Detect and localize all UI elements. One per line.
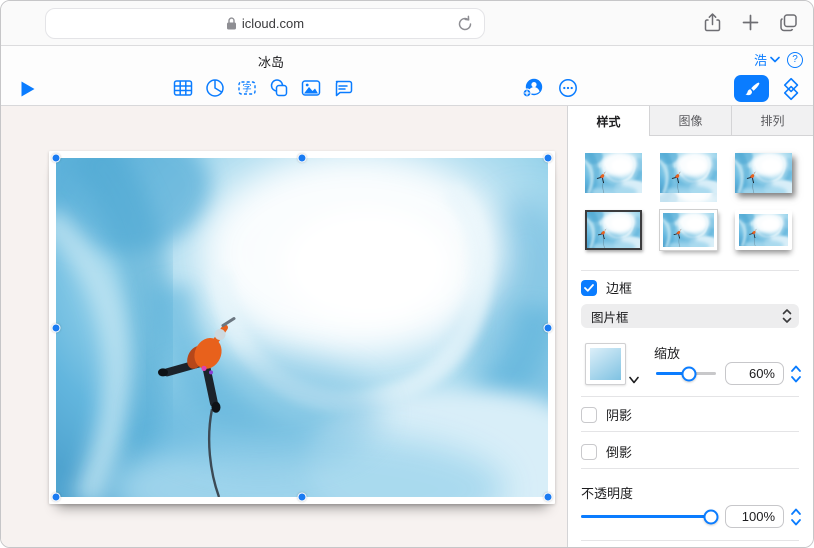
resize-handle-sw[interactable] (52, 493, 61, 502)
resize-handle-se[interactable] (544, 493, 553, 502)
shadow-row: 阴影 (581, 405, 632, 424)
text-box-icon[interactable]: 字 (236, 77, 258, 99)
lock-icon (226, 17, 237, 30)
frame-style-dropdown[interactable]: 图片框 (581, 304, 799, 328)
slide-canvas[interactable] (1, 106, 567, 547)
add-collaborator-icon[interactable] (522, 77, 544, 99)
style-thumb-dark-frame[interactable] (585, 210, 642, 250)
resize-handle-w[interactable] (52, 323, 61, 332)
new-tab-button[interactable] (740, 12, 761, 33)
frame-style-value: 图片框 (581, 307, 777, 326)
style-thumb-white-frame[interactable] (660, 210, 717, 250)
tab-style[interactable]: 样式 (568, 106, 650, 136)
scale-stepper[interactable] (790, 363, 802, 385)
format-paintbrush-button[interactable] (734, 75, 769, 102)
opacity-slider[interactable] (581, 515, 715, 518)
account-name: 浩 (754, 50, 767, 69)
ice-climber-photo (56, 158, 548, 497)
account-menu[interactable]: 浩 ? (754, 50, 803, 69)
format-inspector: 样式 图像 排列 (567, 106, 813, 547)
chart-icon[interactable] (204, 77, 226, 99)
help-button[interactable]: ? (787, 52, 803, 68)
scale-slider-knob[interactable] (682, 366, 697, 381)
check-icon (584, 284, 594, 292)
divider (581, 270, 799, 271)
share-button[interactable] (702, 12, 723, 33)
resize-handle-e[interactable] (544, 323, 553, 332)
table-icon[interactable] (172, 77, 194, 99)
scale-value-field[interactable]: 60% (725, 362, 784, 385)
insert-toolbar: 字 (172, 77, 354, 99)
divider (581, 540, 799, 541)
frame-swatch[interactable] (585, 343, 626, 385)
media-icon[interactable] (300, 77, 322, 99)
opacity-slider-knob[interactable] (703, 509, 718, 524)
style-thumb-shadow[interactable] (735, 153, 792, 193)
tabs-overview-button[interactable] (778, 12, 799, 33)
resize-handle-s[interactable] (298, 493, 307, 502)
tab-arrange[interactable]: 排列 (732, 106, 813, 136)
shapes-icon[interactable] (268, 77, 290, 99)
border-checkbox[interactable] (581, 280, 597, 296)
style-thumb-plain[interactable] (585, 153, 642, 193)
updown-chevrons-icon (777, 307, 797, 325)
scale-slider[interactable] (656, 372, 716, 375)
reflection-checkbox[interactable] (581, 444, 597, 460)
opacity-value-field[interactable]: 100% (725, 505, 784, 528)
resize-handle-n[interactable] (298, 154, 307, 163)
theme-icon[interactable] (778, 76, 804, 102)
browser-toolbar: icloud.com (1, 1, 813, 46)
swatch-chevron-icon[interactable] (629, 376, 639, 384)
divider (581, 468, 799, 469)
style-thumb-reflection[interactable] (660, 153, 717, 193)
image-style-grid (585, 153, 792, 250)
selected-image[interactable] (49, 151, 555, 504)
shadow-label: 阴影 (606, 405, 632, 424)
style-thumb-picture-frame[interactable] (735, 210, 792, 250)
scale-label: 缩放 (654, 343, 680, 362)
resize-handle-ne[interactable] (544, 154, 553, 163)
opacity-stepper[interactable] (790, 506, 802, 528)
address-bar[interactable]: icloud.com (45, 8, 485, 39)
collaboration-toolbar (522, 77, 579, 99)
reflection-label: 倒影 (606, 442, 632, 461)
app-window: icloud.com (0, 0, 814, 548)
app-header: 冰岛 浩 ? (1, 46, 813, 106)
divider (581, 396, 799, 397)
resize-handle-nw[interactable] (52, 154, 61, 163)
document-title: 冰岛 (1, 52, 541, 71)
reflection-row: 倒影 (581, 442, 632, 461)
divider (581, 431, 799, 432)
frame-swatch-preview (590, 348, 621, 380)
opacity-label: 不透明度 (581, 483, 633, 502)
comment-icon[interactable] (332, 77, 354, 99)
play-button[interactable] (20, 80, 36, 98)
tab-image[interactable]: 图像 (650, 106, 732, 136)
paintbrush-icon (743, 80, 761, 98)
more-icon[interactable] (557, 77, 579, 99)
url-text: icloud.com (242, 16, 304, 31)
border-row: 边框 (581, 278, 632, 297)
reload-button[interactable] (455, 14, 475, 34)
chevron-down-icon (770, 56, 780, 63)
shadow-checkbox[interactable] (581, 407, 597, 423)
format-toolbar (734, 75, 804, 102)
inspector-tabs: 样式 图像 排列 (568, 106, 813, 136)
border-label: 边框 (606, 278, 632, 297)
text-box-glyph: 字 (242, 83, 252, 95)
